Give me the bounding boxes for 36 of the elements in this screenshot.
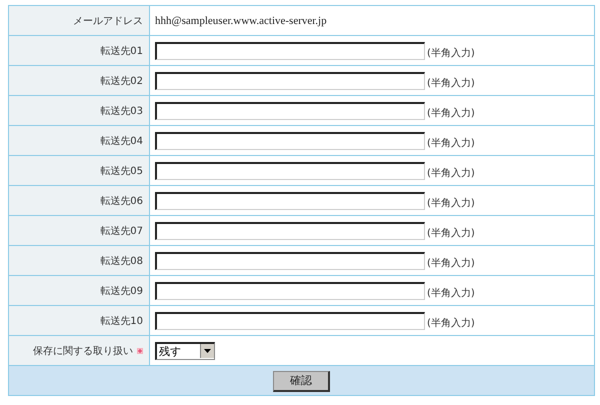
field-label: 転送先06 (100, 196, 143, 206)
input-field[interactable] (155, 132, 425, 150)
field-label: 転送先01 (100, 46, 143, 56)
input-hint: (半角入力) (427, 258, 475, 268)
input-field[interactable] (155, 72, 425, 90)
input-field[interactable] (155, 42, 425, 60)
input-hint: (半角入力) (427, 198, 475, 208)
field-label: 転送先09 (100, 286, 143, 296)
input-hint: (半角入力) (427, 318, 475, 328)
field-label: 保存に関する取り扱い (33, 346, 133, 356)
input-hint: (半角入力) (427, 228, 475, 238)
input-field[interactable] (155, 312, 425, 330)
email-address: hhh@sampleuser.www.active-server.jp (155, 15, 327, 27)
confirm-button[interactable]: 確認 (273, 370, 330, 392)
input-field[interactable] (155, 282, 425, 300)
input-field[interactable] (155, 102, 425, 120)
input-field[interactable] (155, 252, 425, 270)
field-label: メールアドレス (73, 16, 143, 26)
input-field[interactable] (155, 192, 425, 210)
input-hint: (半角入力) (427, 48, 475, 58)
field-label: 転送先05 (100, 166, 143, 176)
caret-icon (204, 349, 211, 353)
field-label: 転送先10 (100, 316, 143, 326)
input-hint: (半角入力) (427, 78, 475, 88)
input-hint: (半角入力) (427, 168, 475, 178)
field-label: 転送先03 (100, 106, 143, 116)
field-label: 転送先02 (100, 76, 143, 86)
input-hint: (半角入力) (427, 138, 475, 148)
dropdown[interactable]: 残す (155, 342, 215, 360)
input-field[interactable] (155, 162, 425, 180)
field-label: 転送先08 (100, 256, 143, 266)
field-label: 転送先07 (100, 226, 143, 236)
input-field[interactable] (155, 222, 425, 240)
input-hint: (半角入力) (427, 108, 475, 118)
field-label: 転送先04 (100, 136, 143, 146)
input-hint: (半角入力) (427, 288, 475, 298)
